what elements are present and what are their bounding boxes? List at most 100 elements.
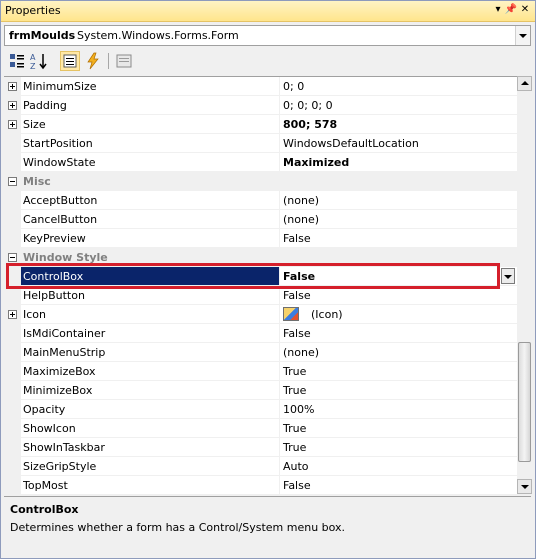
property-row[interactable]: CancelButton (none) bbox=[4, 210, 517, 229]
property-name[interactable]: HelpButton bbox=[23, 289, 278, 302]
events-lightning-icon[interactable] bbox=[83, 51, 103, 71]
property-value[interactable]: (Icon) bbox=[311, 308, 343, 321]
dropdown-menu-icon[interactable]: ▾ bbox=[491, 3, 505, 17]
expand-icon[interactable] bbox=[8, 310, 17, 319]
property-name[interactable]: AcceptButton bbox=[23, 194, 278, 207]
scroll-up-icon[interactable] bbox=[517, 76, 532, 91]
property-name[interactable]: TopMost bbox=[23, 479, 278, 492]
pin-icon[interactable]: 📌 bbox=[504, 3, 518, 17]
category-row[interactable]: Misc bbox=[4, 172, 517, 191]
property-value[interactable]: False bbox=[283, 479, 311, 492]
property-value[interactable]: True bbox=[283, 441, 306, 454]
object-name: frmMoulds bbox=[9, 29, 76, 42]
property-value[interactable]: False bbox=[283, 289, 311, 302]
collapse-icon[interactable] bbox=[8, 177, 17, 186]
property-row[interactable]: Size 800; 578 bbox=[4, 115, 517, 134]
property-row[interactable]: MaximizeBox True bbox=[4, 362, 517, 381]
row-gutter bbox=[4, 438, 21, 457]
property-value[interactable]: True bbox=[283, 384, 306, 397]
chevron-down-icon[interactable] bbox=[515, 26, 530, 45]
property-row[interactable]: SizeGripStyle Auto bbox=[4, 457, 517, 476]
row-gutter bbox=[4, 419, 21, 438]
property-value[interactable]: Maximized bbox=[283, 156, 349, 169]
property-name[interactable]: MaximizeBox bbox=[23, 365, 278, 378]
property-name[interactable]: Opacity bbox=[23, 403, 278, 416]
property-name[interactable]: ShowIcon bbox=[23, 422, 278, 435]
column-divider bbox=[279, 305, 280, 324]
column-divider bbox=[279, 210, 280, 229]
description-text: Determines whether a form has a Control/… bbox=[10, 521, 346, 534]
property-row[interactable]: Opacity 100% bbox=[4, 400, 517, 419]
object-selector[interactable]: frmMoulds System.Windows.Forms.Form bbox=[4, 25, 531, 46]
property-row[interactable]: TopMost False bbox=[4, 476, 517, 495]
property-row[interactable]: ShowInTaskbar True bbox=[4, 438, 517, 457]
property-value[interactable]: 0; 0 bbox=[283, 80, 304, 93]
property-name[interactable]: WindowState bbox=[23, 156, 278, 169]
property-value[interactable]: 0; 0; 0; 0 bbox=[283, 99, 333, 112]
property-name[interactable]: MinimizeBox bbox=[23, 384, 278, 397]
scroll-down-icon[interactable] bbox=[517, 479, 532, 494]
property-name[interactable]: MinimumSize bbox=[23, 80, 278, 93]
column-divider bbox=[279, 419, 280, 438]
property-name[interactable]: Padding bbox=[23, 99, 278, 112]
property-value[interactable]: 100% bbox=[283, 403, 314, 416]
svg-text:Z: Z bbox=[30, 62, 36, 71]
property-name[interactable]: StartPosition bbox=[23, 137, 278, 150]
vertical-scrollbar[interactable] bbox=[517, 76, 532, 494]
column-divider bbox=[279, 457, 280, 476]
property-row[interactable]: WindowState Maximized bbox=[4, 153, 517, 172]
property-pages-icon[interactable] bbox=[114, 51, 134, 71]
properties-panel: Properties ▾ 📌 ✕ frmMoulds System.Window… bbox=[0, 0, 536, 559]
property-value[interactable]: True bbox=[283, 422, 306, 435]
description-title: ControlBox bbox=[10, 503, 79, 516]
close-icon[interactable]: ✕ bbox=[518, 3, 532, 17]
property-name[interactable]: ShowInTaskbar bbox=[23, 441, 278, 454]
property-value[interactable]: (none) bbox=[283, 213, 319, 226]
title-bar[interactable]: Properties ▾ 📌 ✕ bbox=[1, 1, 535, 22]
property-value[interactable]: False bbox=[283, 232, 311, 245]
column-divider bbox=[279, 400, 280, 419]
row-gutter bbox=[4, 134, 21, 153]
properties-view-icon[interactable] bbox=[60, 51, 80, 71]
row-gutter bbox=[4, 400, 21, 419]
property-value[interactable]: (none) bbox=[283, 346, 319, 359]
property-row[interactable]: Padding 0; 0; 0; 0 bbox=[4, 96, 517, 115]
property-name[interactable]: SizeGripStyle bbox=[23, 460, 278, 473]
expand-icon[interactable] bbox=[8, 82, 17, 91]
property-row[interactable]: MainMenuStrip (none) bbox=[4, 343, 517, 362]
property-name[interactable]: CancelButton bbox=[23, 213, 278, 226]
column-divider bbox=[279, 191, 280, 210]
property-name[interactable]: MainMenuStrip bbox=[23, 346, 278, 359]
value-dropdown-icon[interactable] bbox=[501, 268, 515, 284]
property-row[interactable]: StartPosition WindowsDefaultLocation bbox=[4, 134, 517, 153]
scrollbar-thumb[interactable] bbox=[518, 342, 531, 462]
property-row[interactable]: ShowIcon True bbox=[4, 419, 517, 438]
column-divider bbox=[279, 115, 280, 134]
property-value[interactable]: (none) bbox=[283, 194, 319, 207]
property-row[interactable]: MinimumSize 0; 0 bbox=[4, 77, 517, 96]
column-divider bbox=[279, 153, 280, 172]
property-value[interactable]: WindowsDefaultLocation bbox=[283, 137, 419, 150]
column-divider bbox=[279, 362, 280, 381]
collapse-icon[interactable] bbox=[8, 253, 17, 262]
property-name[interactable]: Size bbox=[23, 118, 278, 131]
categorized-view-icon[interactable] bbox=[7, 51, 27, 71]
property-row[interactable]: AcceptButton (none) bbox=[4, 191, 517, 210]
column-divider bbox=[279, 96, 280, 115]
row-gutter bbox=[4, 229, 21, 248]
property-value[interactable]: Auto bbox=[283, 460, 309, 473]
property-value[interactable]: False bbox=[283, 327, 311, 340]
property-row[interactable]: KeyPreview False bbox=[4, 229, 517, 248]
property-value[interactable]: True bbox=[283, 365, 306, 378]
property-row[interactable]: IsMdiContainer False bbox=[4, 324, 517, 343]
property-value[interactable]: 800; 578 bbox=[283, 118, 337, 131]
property-row[interactable]: Icon (Icon) bbox=[4, 305, 517, 324]
annotation-highlight-box bbox=[6, 263, 500, 289]
expand-icon[interactable] bbox=[8, 101, 17, 110]
property-row[interactable]: MinimizeBox True bbox=[4, 381, 517, 400]
alphabetical-view-icon[interactable]: AZ bbox=[29, 51, 49, 71]
property-name[interactable]: Icon bbox=[23, 308, 278, 321]
property-name[interactable]: IsMdiContainer bbox=[23, 327, 278, 340]
property-name[interactable]: KeyPreview bbox=[23, 232, 278, 245]
expand-icon[interactable] bbox=[8, 120, 17, 129]
